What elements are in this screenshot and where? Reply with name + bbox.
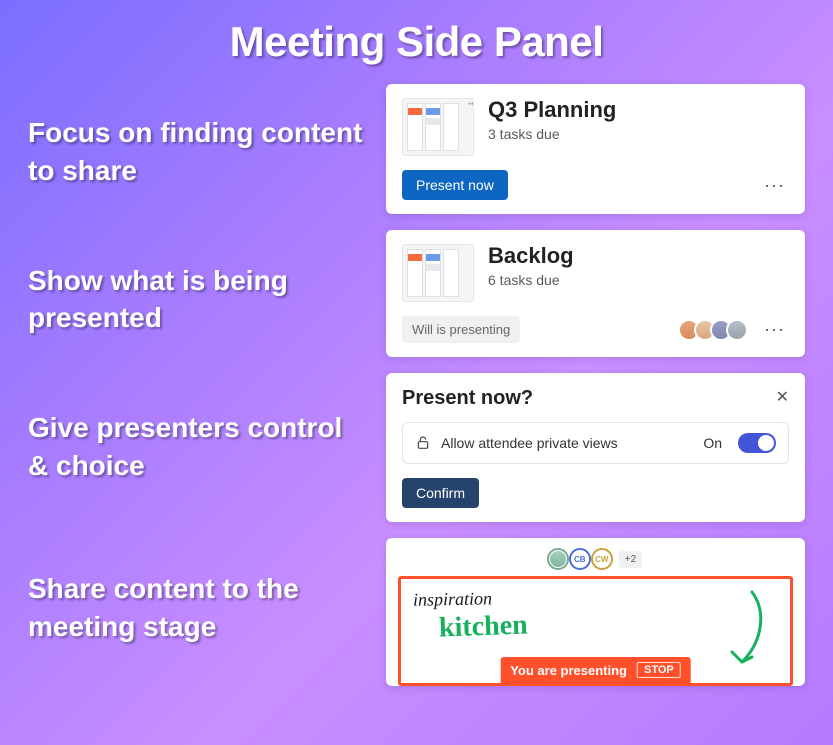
board-thumbnail-icon (402, 244, 474, 302)
page-title: Meeting Side Panel (0, 0, 833, 66)
confirm-question: Present now? (402, 387, 789, 410)
board-thumbnail-icon: ●● (402, 98, 474, 156)
feature-item: Share content to the meeting stage (28, 570, 364, 646)
side-panel: ●● Q3 Planning 3 tasks due Present now ·… (386, 84, 805, 715)
overflow-menu-icon[interactable]: ··· (760, 175, 789, 196)
confirm-button[interactable]: Confirm (402, 478, 479, 508)
stage-avatars: CB CW +2 (398, 548, 793, 570)
avatar: CW (591, 548, 613, 570)
overflow-menu-icon[interactable]: ··· (760, 319, 789, 340)
content-card-planning: ●● Q3 Planning 3 tasks due Present now ·… (386, 84, 805, 214)
avatar (547, 548, 569, 570)
private-views-toggle-row: Allow attendee private views On (402, 422, 789, 464)
avatar (726, 319, 748, 341)
presenting-bar: You are presenting STOP (500, 657, 691, 683)
card-title: Backlog (488, 244, 574, 268)
lock-icon (415, 435, 431, 451)
content-card-backlog: Backlog 6 tasks due Will is presenting ·… (386, 230, 805, 357)
stop-presenting-button[interactable]: STOP (637, 662, 681, 678)
handwritten-note: inspiration (413, 588, 492, 610)
present-now-button[interactable]: Present now (402, 170, 508, 200)
feature-item: Focus on finding content to share (28, 114, 364, 190)
feature-list: Focus on finding content to share Show w… (28, 84, 364, 715)
shared-stage-frame: inspiration kitchen You are presenting S… (398, 576, 793, 686)
card-title: Q3 Planning (488, 98, 616, 122)
private-views-toggle[interactable] (738, 433, 776, 453)
avatar-overflow-badge: +2 (619, 551, 642, 568)
avatar: CB (569, 548, 591, 570)
toggle-state-text: On (703, 435, 722, 451)
hand-drawn-arrow-icon (702, 587, 772, 672)
presenting-bar-text: You are presenting (510, 663, 627, 678)
stage-share-card: CB CW +2 inspiration kitchen You are pre… (386, 538, 805, 686)
presenting-status-badge: Will is presenting (402, 316, 520, 343)
card-subtitle: 6 tasks due (488, 272, 574, 288)
feature-item: Show what is being presented (28, 262, 364, 338)
viewer-avatars (678, 319, 748, 341)
close-icon[interactable]: ✕ (776, 387, 789, 407)
card-subtitle: 3 tasks due (488, 126, 616, 142)
handwritten-note: kitchen (438, 609, 528, 644)
toggle-label: Allow attendee private views (441, 435, 693, 451)
present-confirm-card: ✕ Present now? Allow attendee private vi… (386, 373, 805, 522)
feature-item: Give presenters control & choice (28, 409, 364, 485)
